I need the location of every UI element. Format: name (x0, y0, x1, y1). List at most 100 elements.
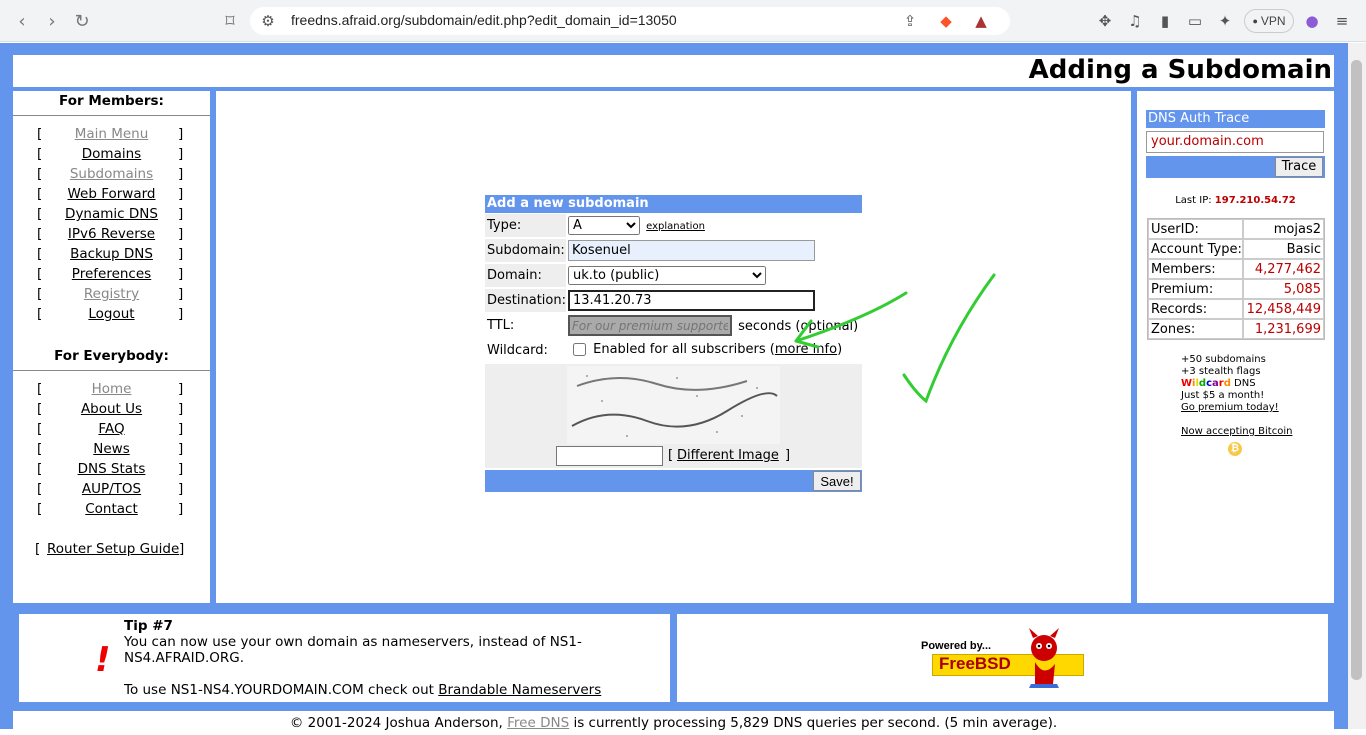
wildcard-letter: W (1181, 378, 1193, 389)
promo-line: +50 subdomains (1181, 354, 1266, 365)
last-ip-value: 197.210.54.72 (1214, 195, 1296, 206)
bracket-close: ] (178, 146, 184, 162)
different-image-bracket-close: ] (785, 448, 791, 463)
title-bar: Adding a Subdomain (13, 55, 1334, 87)
stat-row-userid: UserID: mojas2 (1148, 219, 1324, 239)
bracket-close: ] (178, 501, 184, 517)
domain-select[interactable]: uk.to (public) (568, 266, 766, 285)
brandable-nameservers-link[interactable]: Brandable Nameservers (438, 682, 601, 698)
stat-row-members: Members: 4,277,462 (1148, 259, 1324, 279)
tip-text: You can now use your own domain as names… (124, 634, 582, 666)
premium-promo: +50 subdomains +3 stealth flags Wildcard… (1181, 354, 1292, 438)
back-icon[interactable]: ‹ (10, 9, 34, 33)
bracket-close: ] (178, 186, 184, 202)
bracket-close: ] (178, 481, 184, 497)
stat-key: Account Type: (1148, 239, 1243, 259)
powered-by-text: Powered by... (921, 640, 992, 652)
exclamation-icon: ! (95, 640, 111, 680)
stat-value: Basic (1243, 239, 1324, 259)
stat-row-records: Records: 12,458,449 (1148, 299, 1324, 319)
save-bar: Save! (485, 470, 862, 492)
stat-key: Records: (1148, 299, 1243, 319)
router-setup-guide-link[interactable]: Router Setup Guide (47, 539, 179, 559)
vpn-button[interactable]: ● VPN (1244, 9, 1294, 33)
save-button[interactable]: Save! (813, 471, 861, 491)
brave-shield-icon[interactable]: ◆ (936, 11, 956, 31)
profile-icon[interactable]: ● (1302, 11, 1322, 31)
go-premium-link[interactable]: Go premium today! (1181, 402, 1279, 413)
bitcoin-icon: ₿ (1228, 442, 1242, 456)
vpn-status-icon: ● (1252, 16, 1258, 26)
nav-row-aup-tos: [AUP/TOS] (13, 479, 210, 499)
nav-row-backup-dns: [Backup DNS] (13, 244, 210, 264)
captcha-input[interactable] (556, 446, 663, 466)
stat-row-account-type: Account Type: Basic (1148, 239, 1324, 259)
divider (13, 370, 210, 371)
bracket-close: ] (178, 401, 184, 417)
forward-icon[interactable]: › (40, 9, 64, 33)
captcha-image (567, 366, 780, 444)
ttl-input[interactable] (568, 315, 732, 336)
freebsd-logo[interactable]: Powered by... FreeBSD (921, 628, 1086, 688)
scrollbar-thumb[interactable] (1351, 60, 1362, 680)
site-settings-icon[interactable]: ⚙ (258, 11, 278, 31)
bitcoin-link[interactable]: Now accepting Bitcoin (1181, 426, 1292, 437)
dns-trace-input[interactable]: your.domain.com (1146, 131, 1324, 153)
nav-row-faq: [FAQ] (13, 419, 210, 439)
bracket-close: ] (178, 381, 184, 397)
right-column: DNS Auth Trace your.domain.com Trace Las… (1137, 91, 1334, 603)
nav-row-contact: [Contact] (13, 499, 210, 519)
divider (13, 115, 210, 116)
nav-row-logout: [Logout] (13, 304, 210, 324)
media-icon[interactable]: ♫ (1125, 11, 1145, 31)
reload-icon[interactable]: ↻ (70, 9, 94, 33)
promo-line: Just $5 a month! (1181, 390, 1265, 401)
bracket-close: ] (178, 166, 184, 182)
type-label: Type: (485, 214, 566, 237)
page-body: Adding a Subdomain For Members: [Main Me… (0, 43, 1348, 731)
tip-text-2: To use NS1-NS4.YOURDOMAIN.COM check out … (124, 682, 601, 698)
last-ip: Last IP: 197.210.54.72 (1137, 195, 1334, 206)
stat-value: 1,231,699 (1243, 319, 1324, 339)
destination-label: Destination: (485, 289, 566, 312)
wildcard-word: Wildcard (1181, 378, 1231, 389)
stat-key: Premium: (1148, 279, 1243, 299)
wallet-icon[interactable]: ▭ (1185, 11, 1205, 31)
bracket-close: ] (178, 266, 184, 282)
stat-row-zones: Zones: 1,231,699 (1148, 319, 1324, 339)
vpn-label: VPN (1260, 14, 1286, 28)
sidebar-icon[interactable]: ▮ (1155, 11, 1175, 31)
share-icon[interactable]: ⇪ (900, 11, 920, 31)
page-title: Adding a Subdomain (1028, 55, 1332, 85)
stats-table: UserID: mojas2 Account Type: Basic Members: 4… (1147, 218, 1325, 340)
nav-row-subdomains: [Subdomains] (13, 164, 210, 184)
url-text[interactable]: freedns.afraid.org/subdomain/edit.php?ed… (291, 12, 677, 28)
freebsd-text: FreeBSD (939, 654, 1011, 673)
bookmark-icon[interactable]: ⌑ (218, 9, 242, 33)
wildcard-checkbox[interactable] (573, 343, 586, 356)
rewards-icon[interactable]: ▲ (971, 11, 991, 31)
type-select[interactable]: A (568, 216, 640, 235)
leo-ai-icon[interactable]: ✦ (1215, 11, 1235, 31)
form-header: Add a new subdomain (485, 195, 862, 213)
wildcard-letter: a (1212, 378, 1219, 389)
stat-value: 12,458,449 (1243, 299, 1324, 319)
trace-button[interactable]: Trace (1275, 157, 1323, 177)
explanation-link[interactable]: explanation (646, 221, 705, 232)
bracket-close: ] (178, 461, 184, 477)
domain-label: Domain: (485, 264, 566, 287)
different-image-bracket-open: [ (668, 448, 674, 463)
extensions-icon[interactable]: ✥ (1095, 11, 1115, 31)
dns-trace-header: DNS Auth Trace (1146, 110, 1325, 128)
different-image-link[interactable]: Different Image (677, 448, 779, 463)
nav-row-home: [Home] (13, 379, 210, 399)
bracket-close: ] (179, 541, 185, 557)
beastie-icon (1029, 628, 1059, 688)
bracket-close: ] (178, 306, 184, 322)
menu-icon[interactable]: ≡ (1332, 11, 1352, 31)
stat-row-premium: Premium: 5,085 (1148, 279, 1324, 299)
nav-row-domains: [Domains] (13, 144, 210, 164)
dns-trace-bar: Trace (1146, 156, 1325, 178)
nav-row-web-forward: [Web Forward] (13, 184, 210, 204)
bracket-open: [ (35, 541, 41, 557)
